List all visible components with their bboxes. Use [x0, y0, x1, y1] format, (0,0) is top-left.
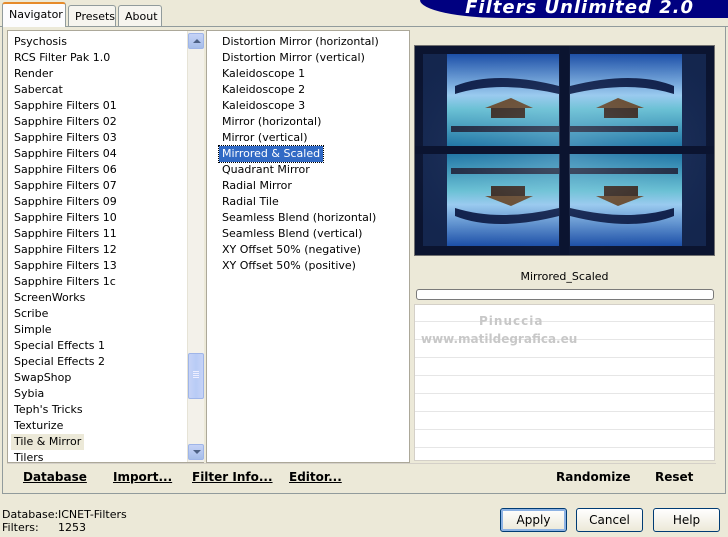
category-item[interactable]: Tile & Mirror — [11, 434, 85, 450]
filter-item[interactable]: Kaleidoscope 2 — [219, 82, 308, 98]
scroll-up-button[interactable] — [188, 33, 204, 49]
category-item[interactable]: Sapphire Filters 07 — [11, 178, 120, 194]
filter-item[interactable]: Mirror (horizontal) — [219, 114, 324, 130]
category-item[interactable]: Sapphire Filters 01 — [11, 98, 120, 114]
filter-item[interactable]: Seamless Blend (vertical) — [219, 226, 365, 242]
filter-item[interactable]: Distortion Mirror (horizontal) — [219, 34, 382, 50]
app-banner: Filters Unlimited 2.0 — [420, 0, 728, 18]
tab-about[interactable]: About — [118, 5, 162, 26]
category-item[interactable]: Sapphire Filters 10 — [11, 210, 120, 226]
category-item[interactable]: Psychosis — [11, 34, 70, 50]
chevron-up-icon — [193, 39, 201, 43]
category-item[interactable]: Sapphire Filters 1c — [11, 274, 119, 290]
category-item[interactable]: Sapphire Filters 09 — [11, 194, 120, 210]
category-item[interactable]: SwapShop — [11, 370, 74, 386]
status-filters-value: 1253 — [58, 521, 86, 534]
category-item[interactable]: Texturize — [11, 418, 66, 434]
filter-items: Distortion Mirror (horizontal) Distortion… — [217, 32, 409, 462]
category-scrollbar[interactable] — [187, 31, 204, 462]
tab-presets[interactable]: Presets — [68, 5, 116, 26]
category-item[interactable]: Sabercat — [11, 82, 66, 98]
scroll-down-button[interactable] — [188, 444, 204, 460]
category-items: Psychosis RCS Filter Pak 1.0 Render Saberca… — [11, 32, 186, 462]
category-item[interactable]: Sapphire Filters 03 — [11, 130, 120, 146]
category-item[interactable]: RCS Filter Pak 1.0 — [11, 50, 113, 66]
filter-item[interactable]: XY Offset 50% (positive) — [219, 258, 359, 274]
grip-icon — [193, 371, 199, 372]
editor-button[interactable]: Editor... — [289, 470, 342, 484]
filter-list[interactable]: Distortion Mirror (horizontal) Distortion… — [206, 30, 410, 463]
category-item[interactable]: Sapphire Filters 13 — [11, 258, 120, 274]
category-item[interactable]: Teph's Tricks — [11, 402, 86, 418]
watermark-line1: Pinuccia — [479, 314, 544, 328]
preview-image — [415, 46, 714, 255]
filter-item[interactable]: Mirror (vertical) — [219, 130, 311, 146]
filter-item[interactable]: Radial Mirror — [219, 178, 295, 194]
filter-item[interactable]: Kaleidoscope 3 — [219, 98, 308, 114]
watermark-line2: www.matildegrafica.eu — [421, 332, 578, 346]
category-item[interactable]: Sapphire Filters 11 — [11, 226, 120, 242]
filter-item[interactable]: Quadrant Mirror — [219, 162, 313, 178]
category-item[interactable]: Sybia — [11, 386, 47, 402]
filter-item[interactable]: Kaleidoscope 1 — [219, 66, 308, 82]
category-item[interactable]: Special Effects 2 — [11, 354, 108, 370]
filter-name-label: Mirrored_Scaled — [520, 270, 609, 283]
filter-item[interactable]: Seamless Blend (horizontal) — [219, 210, 379, 226]
category-item[interactable]: ScreenWorks — [11, 290, 88, 306]
filter-info-button[interactable]: Filter Info... — [192, 470, 273, 484]
status-database-value: ICNET-Filters — [58, 508, 127, 521]
tab-navigator[interactable]: Navigator — [2, 2, 66, 27]
chevron-down-icon — [193, 450, 201, 454]
database-button[interactable]: Database — [23, 470, 87, 484]
category-item[interactable]: Sapphire Filters 12 — [11, 242, 120, 258]
tab-about-label: About — [125, 10, 158, 23]
category-item[interactable]: Scribe — [11, 306, 51, 322]
tab-presets-label: Presets — [75, 10, 116, 23]
cancel-button[interactable]: Cancel — [576, 508, 643, 532]
parameter-area: Pinuccia www.matildegrafica.eu — [414, 304, 715, 461]
apply-button[interactable]: Apply — [500, 508, 567, 532]
category-item[interactable]: Render — [11, 66, 56, 82]
filter-item[interactable]: Distortion Mirror (vertical) — [219, 50, 368, 66]
category-item[interactable]: Sapphire Filters 04 — [11, 146, 120, 162]
tab-navigator-label: Navigator — [9, 8, 63, 21]
category-item[interactable]: Tilers — [11, 450, 47, 462]
category-item[interactable]: Simple — [11, 322, 55, 338]
app-title: Filters Unlimited 2.0 — [465, 0, 694, 18]
randomize-button[interactable]: Randomize — [556, 470, 630, 484]
import-button[interactable]: Import... — [113, 470, 172, 484]
category-item[interactable]: Special Effects 1 — [11, 338, 108, 354]
status-filters-label: Filters: — [2, 521, 39, 534]
category-item[interactable]: Sapphire Filters 06 — [11, 162, 120, 178]
preview-panel — [414, 45, 715, 256]
filter-item[interactable]: Radial Tile — [219, 194, 282, 210]
progress-bar — [416, 289, 714, 300]
filter-item[interactable]: Mirrored & Scaled — [217, 145, 325, 163]
help-button[interactable]: Help — [653, 508, 720, 532]
category-list[interactable]: Psychosis RCS Filter Pak 1.0 Render Saberca… — [7, 30, 204, 463]
status-database-label: Database: — [2, 508, 59, 521]
scroll-thumb[interactable] — [188, 353, 204, 399]
category-item[interactable]: Sapphire Filters 02 — [11, 114, 120, 130]
filter-item[interactable]: XY Offset 50% (negative) — [219, 242, 364, 258]
reset-button[interactable]: Reset — [655, 470, 693, 484]
